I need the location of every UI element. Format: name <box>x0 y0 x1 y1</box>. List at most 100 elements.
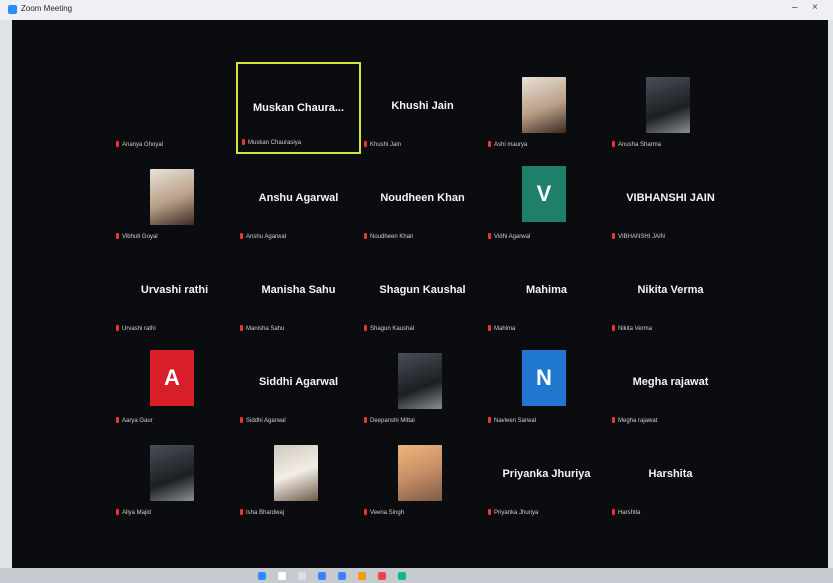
participant-tile[interactable]: VIBHANSHI JAIN VIBHANSHI JAIN <box>608 154 733 246</box>
zoom-app-icon <box>8 5 17 14</box>
participant-tile[interactable]: Aliya Majid <box>112 430 237 522</box>
participant-tile[interactable]: N Navleen Sarwal <box>484 338 609 430</box>
participant-display-name: Noudheen Khan <box>380 192 465 204</box>
participant-name-label: Deepanshi Mittal <box>364 417 415 424</box>
minimize-icon[interactable]: – <box>792 2 798 13</box>
participant-label-text: Deepanshi Mittal <box>370 418 415 424</box>
participant-label-text: Noudheen Khan <box>370 234 414 240</box>
window-title: Zoom Meeting <box>21 4 73 13</box>
taskbar-app-icon[interactable] <box>318 572 326 580</box>
taskbar-app-icon[interactable] <box>258 572 266 580</box>
participant-name-label: Siddhi Agarwal <box>240 417 286 424</box>
participant-label-text: Aarya Gaur <box>122 418 153 424</box>
mic-muted-icon <box>364 417 367 423</box>
video-gallery: Ananya Ghoyal Muskan Chaura... Muskan Chau… <box>12 20 828 568</box>
participant-tile[interactable]: Shagun Kaushal Shagun Kaushal <box>360 246 485 338</box>
taskbar-app-icon[interactable] <box>338 572 346 580</box>
participant-label-text: Isha Bhardwaj <box>246 510 285 516</box>
taskbar-app-icon[interactable] <box>358 572 366 580</box>
participant-photo <box>398 353 442 409</box>
participant-display-name: Muskan Chaura... <box>252 102 345 114</box>
participant-tile[interactable]: Ashi maurya <box>484 62 609 154</box>
mic-muted-icon <box>488 233 491 239</box>
participant-tile[interactable]: Muskan Chaura... Muskan Chaurasiya <box>236 62 361 154</box>
mic-muted-icon <box>116 141 119 147</box>
participant-display-name: Shagun Kaushal <box>379 284 466 296</box>
participant-tile[interactable]: Veena Singh <box>360 430 485 522</box>
participant-label-text: Nikita Verma <box>618 326 653 332</box>
participant-label-text: Vibhuti Goyal <box>122 234 158 240</box>
taskbar-app-icon[interactable] <box>398 572 406 580</box>
participant-label-text: Vidhi Agarwal <box>494 234 531 240</box>
participant-label-text: VIBHANSHI JAIN <box>618 234 666 240</box>
participant-name-label: Megha rajawat <box>612 417 657 424</box>
participant-display-name: Khushi Jain <box>391 100 454 112</box>
mic-muted-icon <box>116 509 119 515</box>
participant-tile[interactable]: Harshita Harshita <box>608 430 733 522</box>
participant-tile[interactable]: Mahima Mahima <box>484 246 609 338</box>
participant-tile[interactable]: Urvashi rathi Urvashi rathi <box>112 246 237 338</box>
participant-tile[interactable]: Khushi Jain Khushi Jain <box>360 62 485 154</box>
participant-tile[interactable]: Ananya Ghoyal <box>112 62 237 154</box>
taskbar-app-icon[interactable] <box>278 572 286 580</box>
participant-display-name: Megha rajawat <box>632 376 709 388</box>
participant-label-text: Veena Singh <box>370 510 405 516</box>
participant-tile[interactable]: Siddhi Agarwal Siddhi Agarwal <box>236 338 361 430</box>
participant-tile[interactable]: Isha Bhardwaj <box>236 430 361 522</box>
mic-muted-icon <box>364 141 367 147</box>
participant-name-label: Aarya Gaur <box>116 417 153 424</box>
mic-muted-icon <box>364 233 367 239</box>
participant-label-text: Aliya Majid <box>122 510 152 516</box>
mic-muted-icon <box>364 509 367 515</box>
participant-name-label: Urvashi rathi <box>116 325 156 332</box>
participant-label-text: Manisha Sahu <box>246 326 285 332</box>
participant-name-label: Khushi Jain <box>364 141 401 148</box>
mic-muted-icon <box>116 325 119 331</box>
participant-name-label: Anshu Agarwal <box>240 233 286 240</box>
taskbar <box>0 568 833 583</box>
participant-tile[interactable]: A Aarya Gaur <box>112 338 237 430</box>
participant-tile[interactable]: V Vidhi Agarwal <box>484 154 609 246</box>
participant-tile[interactable]: Anshu Agarwal Anshu Agarwal <box>236 154 361 246</box>
participant-name-label: Anusha Sharma <box>612 141 661 148</box>
participant-tile[interactable]: Noudheen Khan Noudheen Khan <box>360 154 485 246</box>
participant-name-label: Isha Bhardwaj <box>240 509 284 516</box>
participant-tile[interactable]: Manisha Sahu Manisha Sahu <box>236 246 361 338</box>
participant-display-name: Siddhi Agarwal <box>258 376 339 388</box>
mic-muted-icon <box>364 325 367 331</box>
participant-tile[interactable]: Vibhuti Goyal <box>112 154 237 246</box>
participant-label-text: Ananya Ghoyal <box>122 142 164 148</box>
participant-name-label: VIBHANSHI JAIN <box>612 233 665 240</box>
participant-label-text: Khushi Jain <box>370 142 402 148</box>
mic-muted-icon <box>488 325 491 331</box>
participant-photo <box>150 169 194 225</box>
participant-label-text: Shagun Kaushal <box>370 326 415 332</box>
participant-label-text: Urvashi rathi <box>122 326 156 332</box>
taskbar-app-icon[interactable] <box>298 572 306 580</box>
participant-name-label: Vibhuti Goyal <box>116 233 158 240</box>
participant-name-label: Vidhi Agarwal <box>488 233 530 240</box>
participant-display-name: Harshita <box>648 468 693 480</box>
participant-tile[interactable]: Priyanka Jhuriya Priyanka Jhuriya <box>484 430 609 522</box>
participant-name-label: Priyanka Jhuriya <box>488 509 538 516</box>
participant-tile[interactable]: Nikita Verma Nikita Verma <box>608 246 733 338</box>
participant-tile[interactable]: Deepanshi Mittal <box>360 338 485 430</box>
participant-tile[interactable]: Megha rajawat Megha rajawat <box>608 338 733 430</box>
taskbar-app-icon[interactable] <box>378 572 386 580</box>
participant-label-text: Anusha Sharma <box>618 142 662 148</box>
participant-initial-avatar: N <box>522 350 566 406</box>
mic-muted-icon <box>612 325 615 331</box>
participant-photo <box>274 445 318 501</box>
close-icon[interactable]: × <box>812 2 818 13</box>
participant-name-label: Nikita Verma <box>612 325 652 332</box>
participant-name-label: Shagun Kaushal <box>364 325 414 332</box>
participant-label-text: Anshu Agarwal <box>246 234 287 240</box>
participant-display-name: Nikita Verma <box>637 284 704 296</box>
mic-muted-icon <box>488 141 491 147</box>
mic-muted-icon <box>242 139 245 145</box>
participant-label-text: Ashi maurya <box>494 142 528 148</box>
participant-tile[interactable]: Anusha Sharma <box>608 62 733 154</box>
participant-photo <box>398 445 442 501</box>
mic-muted-icon <box>612 509 615 515</box>
mic-muted-icon <box>612 417 615 423</box>
